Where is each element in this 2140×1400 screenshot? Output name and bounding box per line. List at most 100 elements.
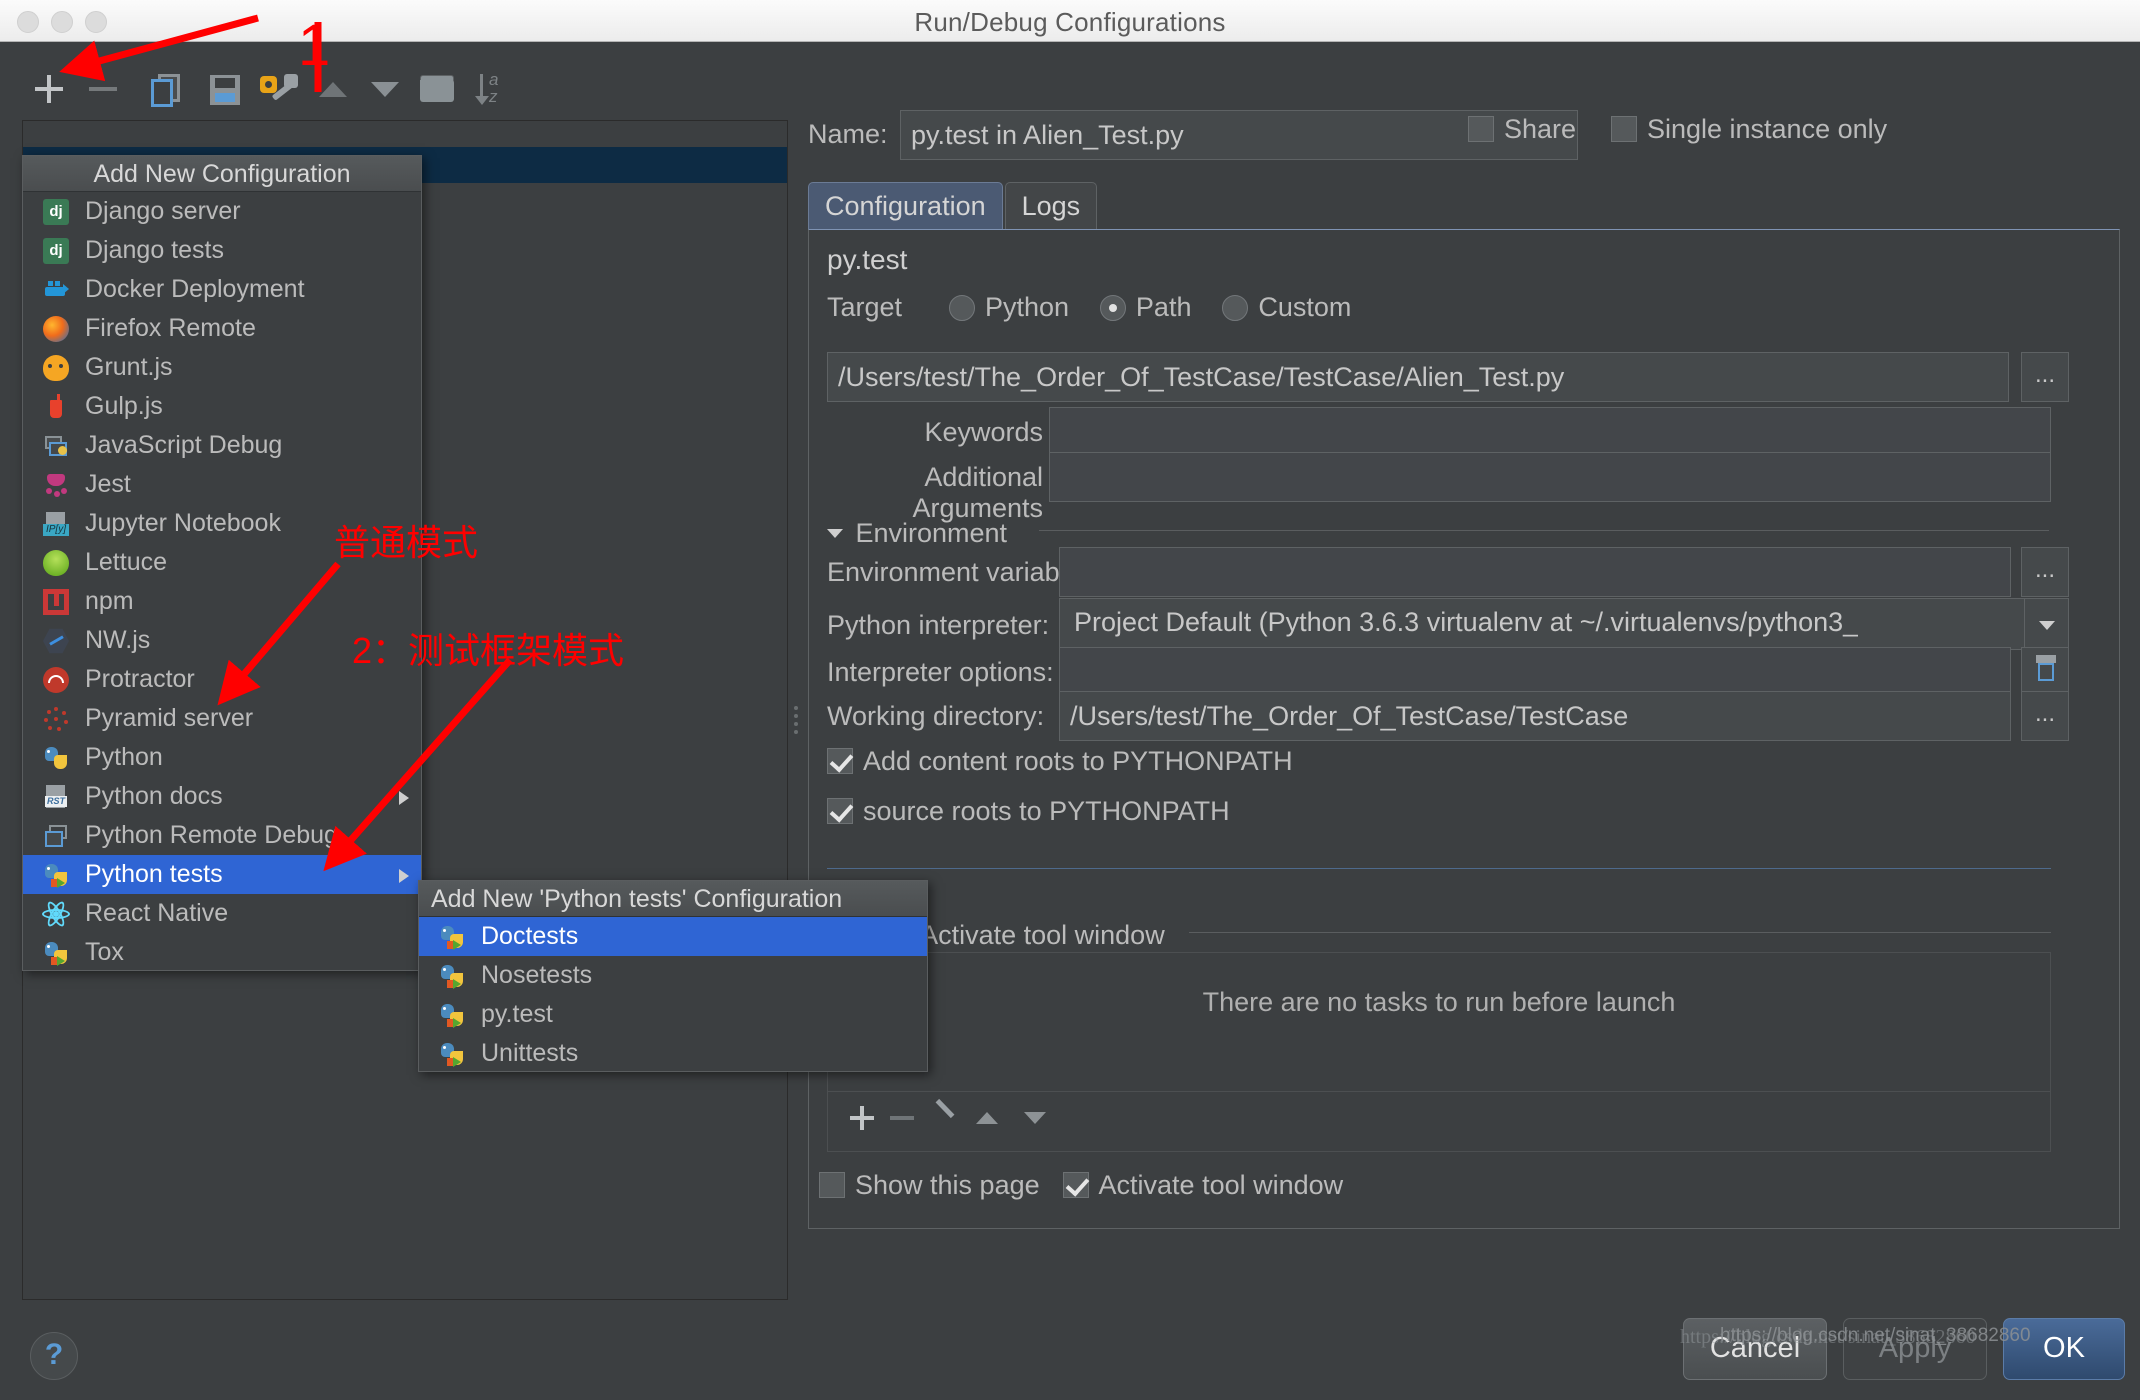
menu-item-react-native[interactable]: React Native [23,894,421,933]
plus-icon[interactable] [26,66,72,112]
menu-item-python-tests[interactable]: Python tests [23,855,421,894]
help-button[interactable]: ? [30,1332,78,1380]
target-path-browse-button[interactable]: ... [2021,352,2069,402]
copy-icon[interactable] [144,66,190,112]
menu-item-label: Jest [85,470,131,498]
arrow-down-icon[interactable] [1024,1112,1046,1124]
share-checkbox[interactable] [1468,116,1494,142]
menu-item-django-server[interactable]: dj Django server [23,192,421,231]
tab-logs[interactable]: Logs [1004,182,1098,230]
npm-icon [43,589,69,615]
chevron-right-icon[interactable] [399,791,409,805]
menu-item-npm[interactable]: npm [23,582,421,621]
django-icon: dj [43,199,69,225]
target-path-input[interactable]: /Users/test/The_Order_Of_TestCase/TestCa… [827,352,2009,402]
submenu-item-label: py.test [481,1000,553,1028]
options-row: Share Single instance only [1468,114,1887,145]
menu-item-docker-deployment[interactable]: Docker Deployment [23,270,421,309]
single-instance-checkbox[interactable] [1610,116,1637,142]
activate-tool-window-checkbox[interactable] [1062,1172,1089,1198]
bottom-options-row: Show this page Activate tool window [819,1170,1343,1201]
before-launch-divider-2 [1189,932,2051,933]
menu-item-firefox-remote[interactable]: Firefox Remote [23,309,421,348]
folder-icon[interactable] [414,66,460,112]
before-launch-task-list[interactable]: There are no tasks to run before launch [827,952,2051,1092]
docker-icon [43,277,69,303]
before-launch-empty-text: There are no tasks to run before launch [1202,987,1676,1017]
save-icon[interactable] [202,66,248,112]
submenu-item-pytest[interactable]: py.test [419,995,927,1034]
minus-icon[interactable] [890,1116,914,1120]
add-source-roots-label: source roots to PYTHONPATH [863,796,1230,826]
working-directory-browse-button[interactable]: ... [2021,691,2069,741]
keywords-input[interactable] [1049,407,2051,457]
add-source-roots-checkbox[interactable] [827,798,853,824]
menu-item-pyramid-server[interactable]: Pyramid server [23,699,421,738]
menu-item-javascript-debug[interactable]: JavaScript Debug [23,426,421,465]
tab-configuration[interactable]: Configuration [808,182,1003,230]
environment-variables-input[interactable] [1059,547,2011,597]
menu-item-label: Django tests [85,236,224,264]
jest-icon [43,472,69,498]
submenu-item-unittests[interactable]: Unittests [419,1034,927,1073]
python-interpreter-value: Project Default (Python 3.6.3 virtualenv… [1074,607,1859,637]
python-tests-submenu[interactable]: Add New 'Python tests' Configuration Doc… [418,880,928,1072]
arrow-up-icon[interactable] [976,1112,998,1124]
panel-title: py.test [827,244,908,275]
plus-icon-vertical[interactable] [860,1106,864,1130]
lettuce-icon [43,550,69,576]
react-icon [42,899,70,929]
environment-variables-browse-button[interactable]: ... [2021,547,2069,597]
submenu-header: Add New 'Python tests' Configuration [419,881,927,917]
add-content-roots-checkbox[interactable] [827,748,853,774]
expand-macros-icon[interactable] [2021,647,2069,697]
annotation-number-1: 1 [298,13,331,78]
menu-item-label: Gulp.js [85,392,163,420]
pencil-icon[interactable] [935,1098,955,1119]
environment-label: Environment [855,518,1008,548]
chevron-down-icon[interactable] [2024,599,2068,649]
menu-item-label: Python docs [85,782,223,810]
target-row: Target Python Path Custom [827,292,1351,323]
target-custom-radio[interactable] [1222,295,1249,321]
python-icon [43,745,69,771]
menu-item-python[interactable]: Python [23,738,421,777]
configuration-panel: py.test Target Python Path Custom /Users… [808,229,2120,1229]
menu-item-python-docs[interactable]: RST Python docs [23,777,421,816]
javascript-debug-icon [43,433,69,459]
section-divider [1039,530,2049,531]
menu-item-label: Lettuce [85,548,168,576]
menu-item-gulp-js[interactable]: Gulp.js [23,387,421,426]
submenu-item-doctests[interactable]: Doctests [419,917,927,956]
menu-item-label: npm [85,587,134,615]
wrench-icon[interactable] [254,66,300,112]
annotation-test-framework-mode: 2：测试框架模式 [352,630,625,671]
menu-item-python-remote-debug[interactable]: Python Remote Debug [23,816,421,855]
additional-arguments-label: Additional Arguments [912,462,1043,523]
menu-item-django-tests[interactable]: dj Django tests [23,231,421,270]
nwjs-icon [43,628,69,654]
configurations-toolbar: az [22,62,788,118]
collapse-triangle-icon[interactable] [827,529,843,538]
target-python-radio[interactable] [948,295,975,321]
minus-icon[interactable] [80,66,126,112]
menu-item-jest[interactable]: Jest [23,465,421,504]
menu-item-grunt-js[interactable]: Grunt.js [23,348,421,387]
arrow-down-icon[interactable] [362,66,408,112]
interpreter-options-input[interactable] [1059,647,2011,697]
run-debug-configurations-window: Run/Debug Configurations az py.test in A… [0,0,2140,1380]
target-label: Target [827,292,903,322]
splitter-handle[interactable] [792,702,800,738]
menu-item-label: Python [85,743,163,771]
sort-az-icon[interactable]: az [470,66,516,112]
menu-item-tox[interactable]: Tox [23,933,421,972]
additional-arguments-input[interactable] [1049,452,2051,502]
tab-bar: Configuration Logs [808,182,1099,230]
chevron-right-icon[interactable] [399,869,409,883]
show-this-page-checkbox[interactable] [819,1172,845,1198]
python-interpreter-combobox[interactable]: Project Default (Python 3.6.3 virtualenv… [1059,598,2069,650]
environment-section-header[interactable]: Environment [827,518,1007,549]
target-path-radio[interactable] [1099,295,1126,321]
submenu-item-nosetests[interactable]: Nosetests [419,956,927,995]
working-directory-input[interactable]: /Users/test/The_Order_Of_TestCase/TestCa… [1059,691,2011,741]
